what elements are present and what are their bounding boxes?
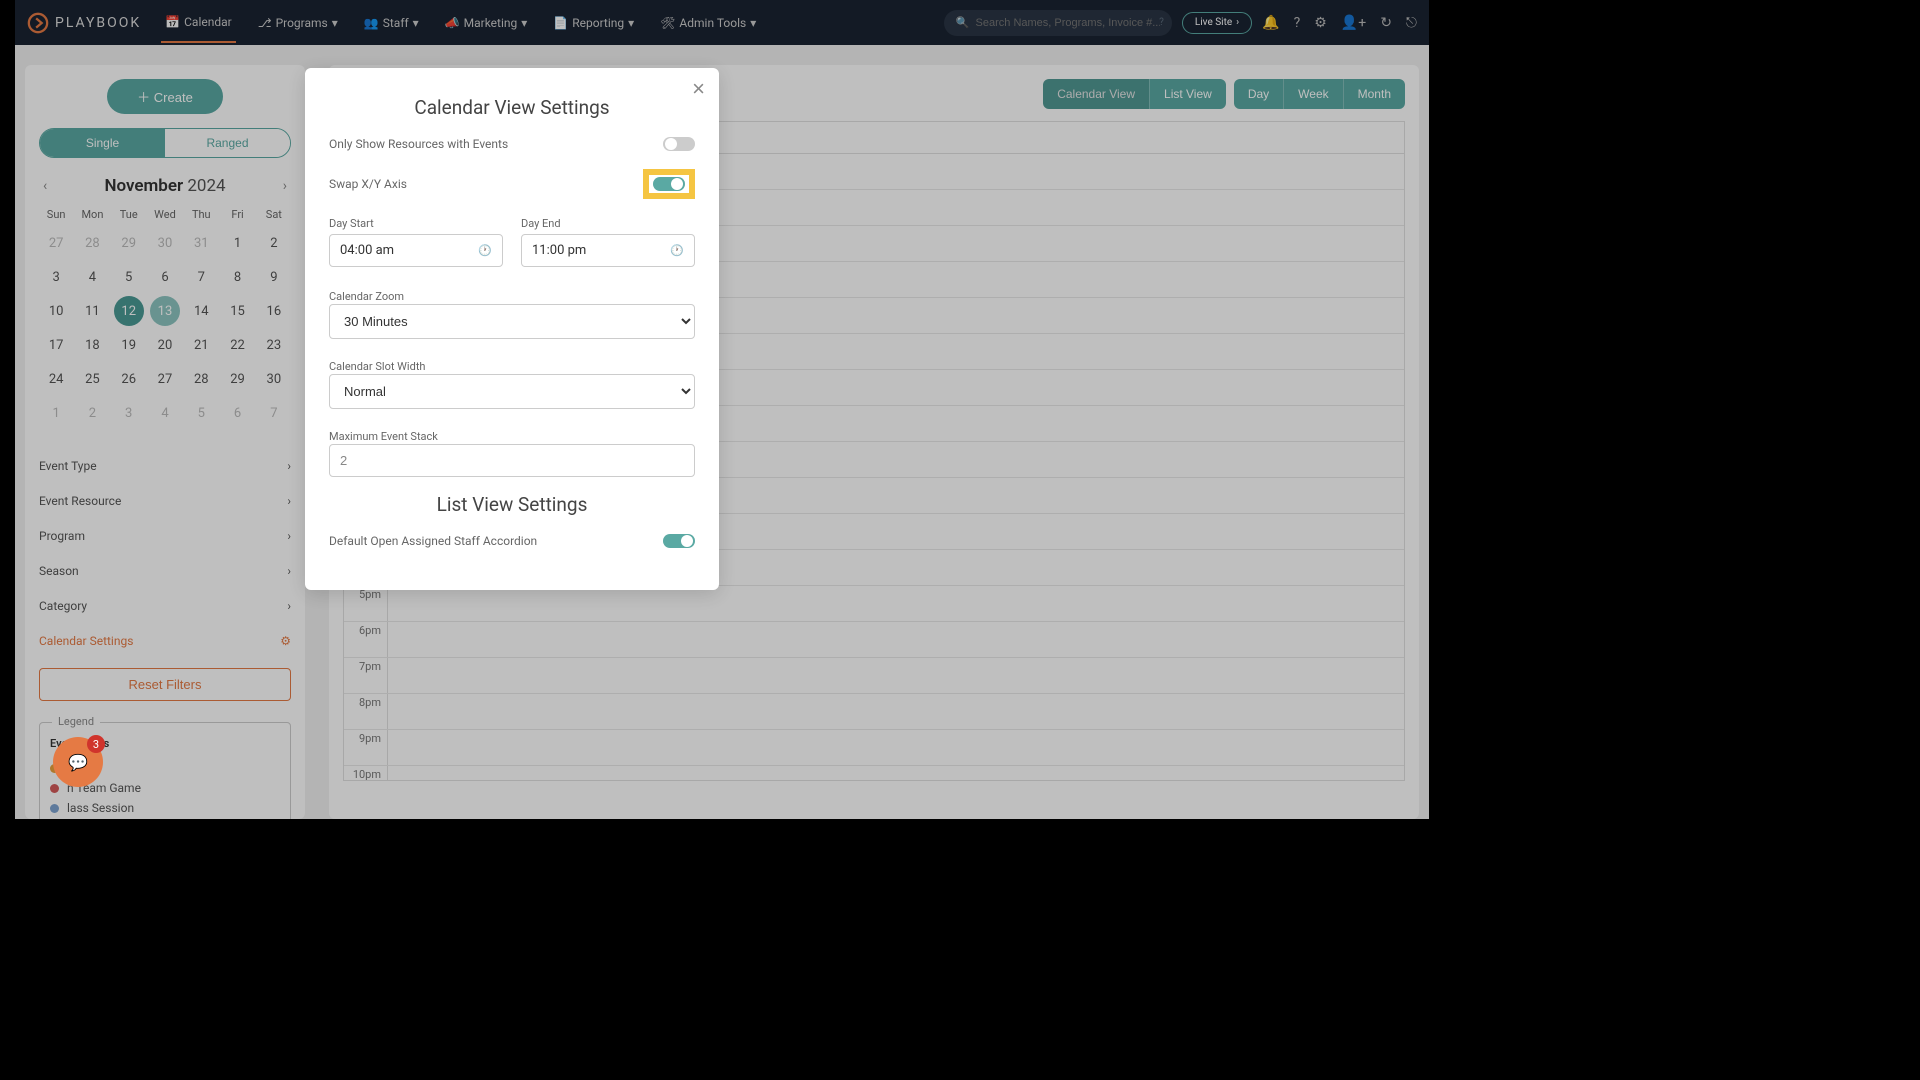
highlight-annotation [643,169,695,199]
stack-label: Maximum Event Stack [329,430,438,443]
accordion-label: Default Open Assigned Staff Accordion [329,534,537,548]
chat-badge: 3 [87,735,105,753]
chat-bubble[interactable]: 💬 3 [53,737,103,787]
modal-title-calendar: Calendar View Settings [329,96,695,119]
zoom-select[interactable]: 30 Minutes [329,304,695,339]
stack-input[interactable] [329,444,695,477]
close-button[interactable]: × [692,76,705,102]
day-start-input[interactable]: 04:00 am [329,234,503,267]
modal-overlay[interactable] [15,0,1429,819]
swap-axis-label: Swap X/Y Axis [329,177,407,191]
only-resources-label: Only Show Resources with Events [329,137,508,151]
slot-width-label: Calendar Slot Width [329,360,425,373]
chat-icon: 💬 [68,753,88,772]
modal-title-list: List View Settings [329,493,695,516]
zoom-label: Calendar Zoom [329,290,404,303]
day-end-input[interactable]: 11:00 pm [521,234,695,267]
clock-icon [478,243,492,258]
day-end-label: Day End [521,217,695,230]
calendar-settings-modal: × Calendar View Settings Only Show Resou… [305,68,719,590]
only-resources-toggle[interactable] [663,137,695,151]
close-icon: × [692,76,705,101]
accordion-toggle[interactable] [663,534,695,548]
day-start-label: Day Start [329,217,503,230]
slot-width-select[interactable]: Normal [329,374,695,409]
swap-axis-toggle[interactable] [653,177,685,191]
clock-icon [670,243,684,258]
